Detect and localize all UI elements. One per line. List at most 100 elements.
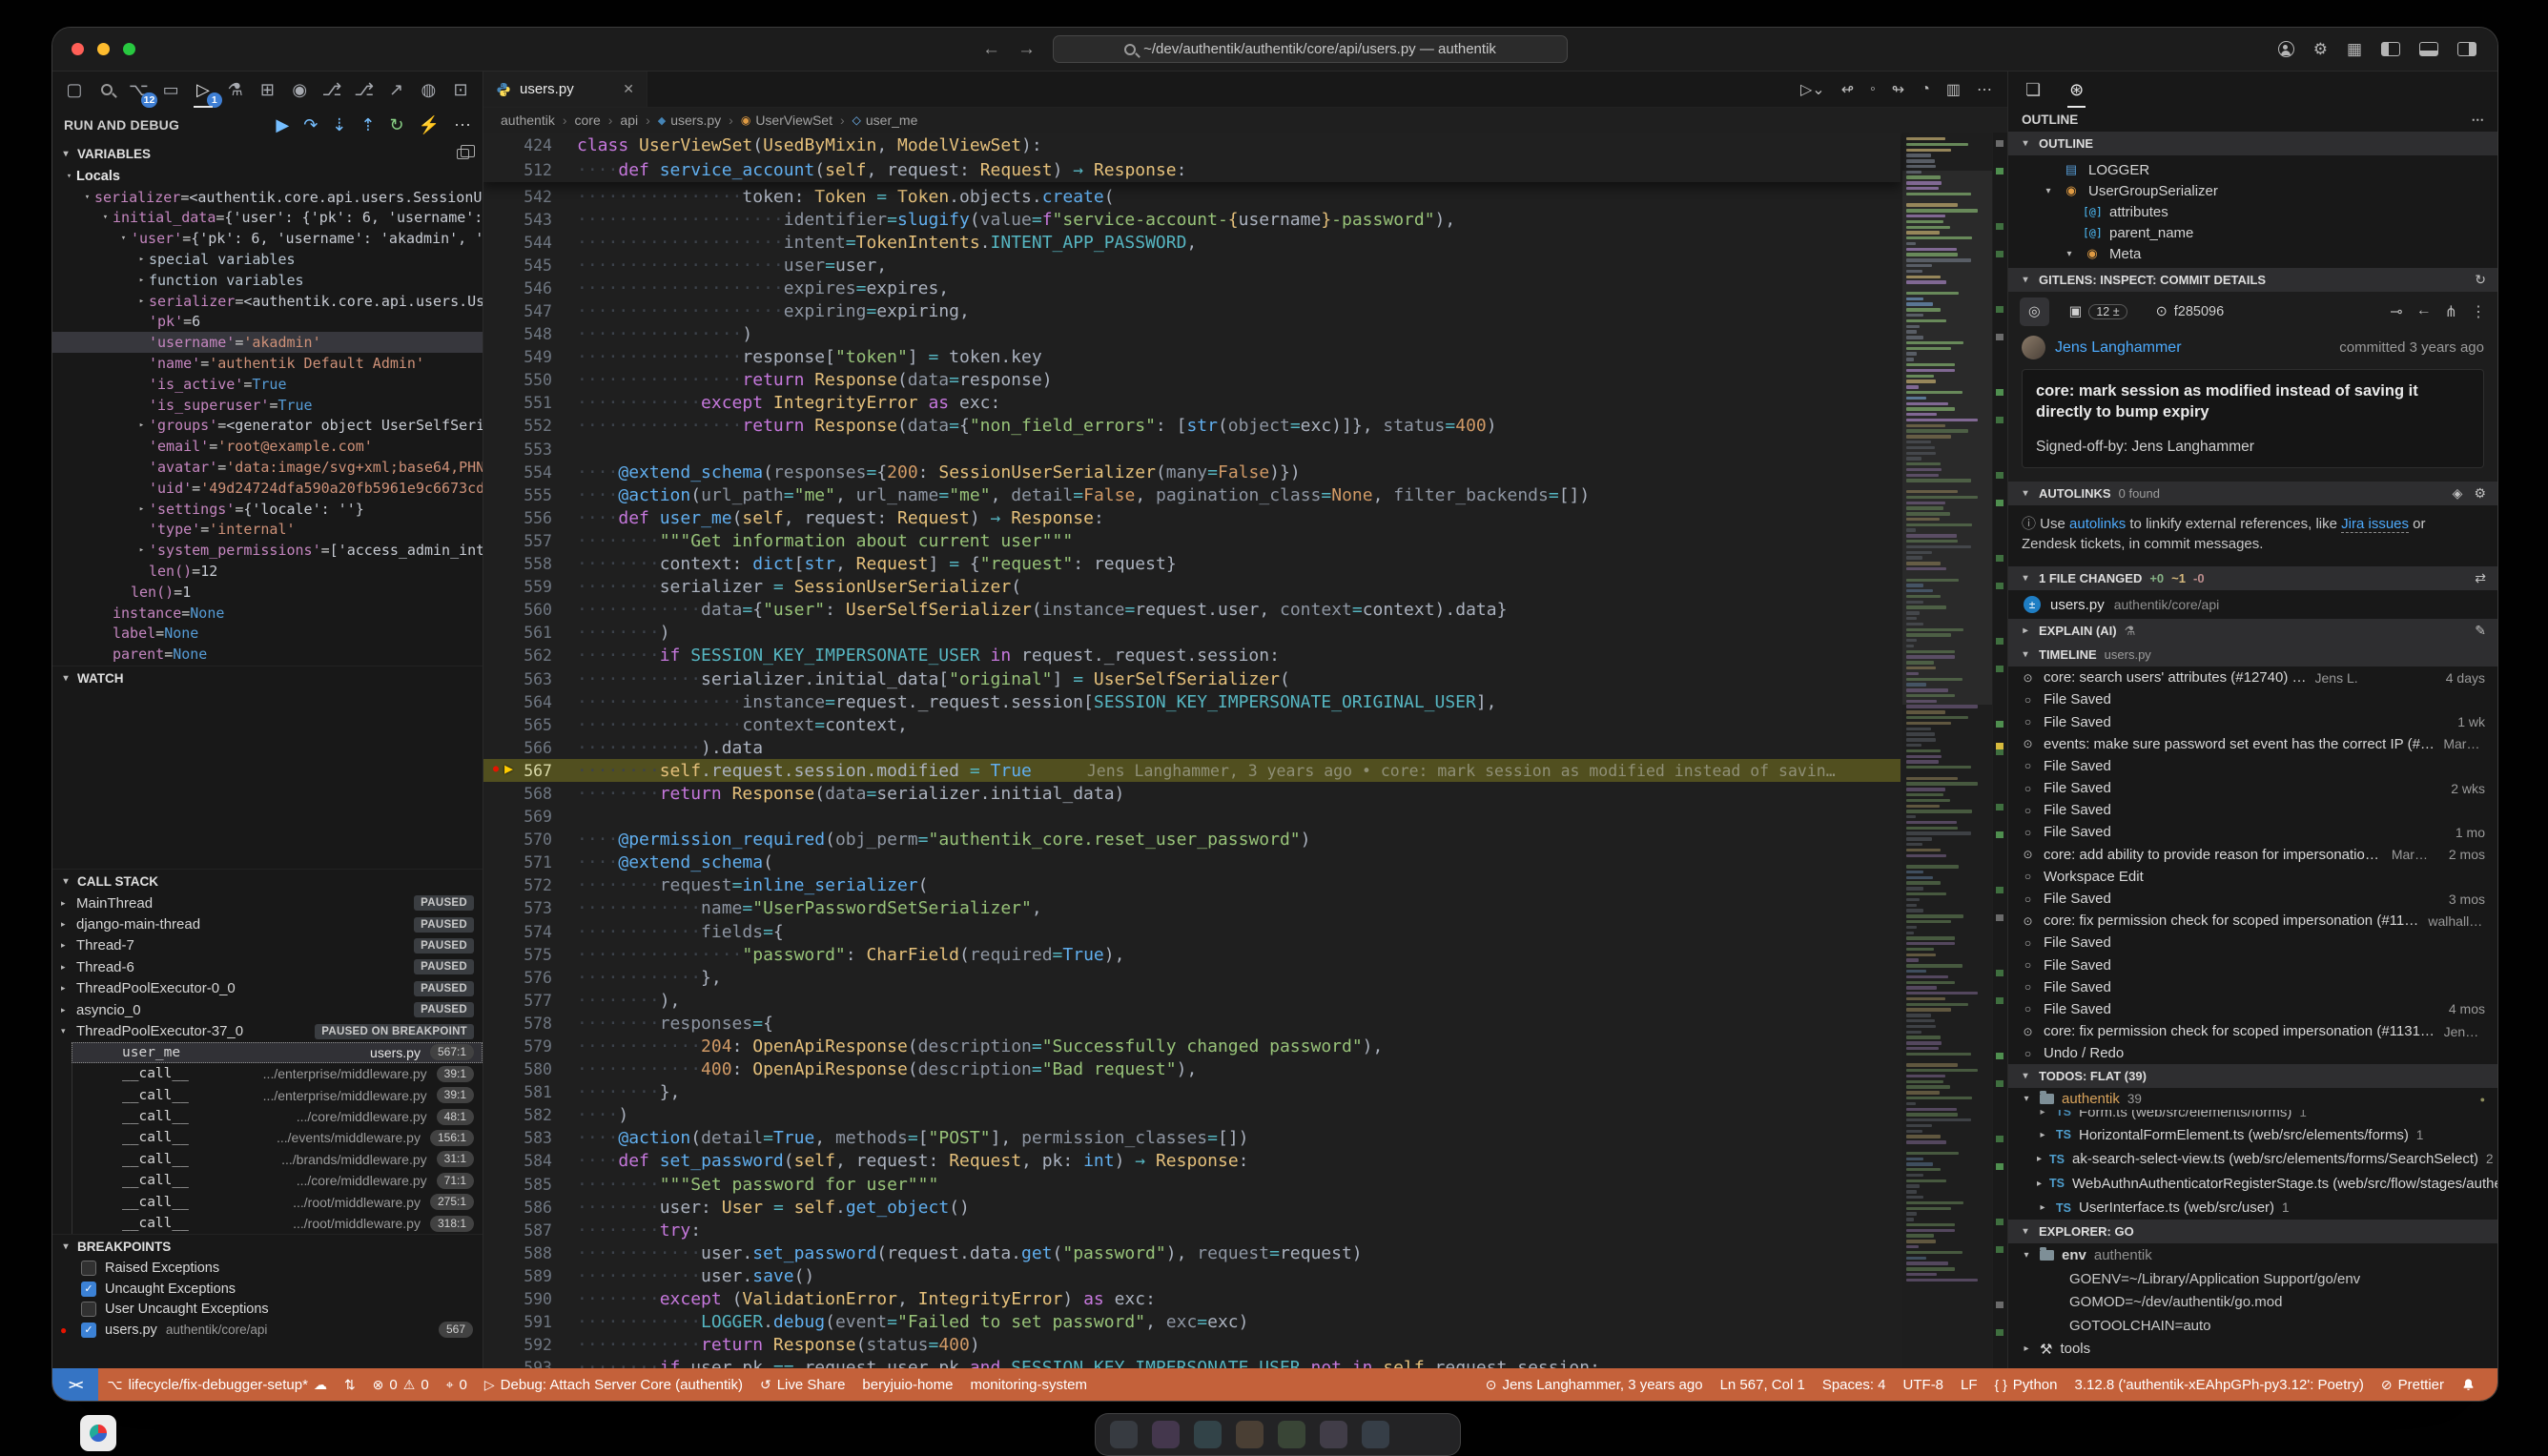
code-line[interactable]: 546····················expires=expires, <box>483 277 1901 299</box>
variable-row[interactable]: ▾'user' = {'pk': 6, 'username': 'akadmin… <box>52 228 483 249</box>
expander-icon[interactable]: ▾ <box>116 234 131 243</box>
expander-icon[interactable]: ▸ <box>2037 1202 2048 1213</box>
code-line[interactable]: ●▶567········self.request.session.modifi… <box>483 759 1901 782</box>
activity-item-pull-requests[interactable]: ⎇ <box>318 75 346 105</box>
thread-row[interactable]: ▸django-main-threadPAUSED <box>52 913 483 934</box>
timeline-item[interactable]: ⊙core: fix permission check for scoped i… <box>2008 1020 2497 1042</box>
activity-item-testing[interactable]: ⚗ <box>221 75 250 105</box>
breakpoint-row[interactable]: ✓Uncaught Exceptions <box>52 1279 483 1300</box>
variable-row[interactable]: ▸'groups' = <generator object UserSelfSe… <box>52 416 483 437</box>
code-line[interactable]: 579············204: OpenApiResponse(desc… <box>483 1035 1901 1057</box>
activity-item-source-control[interactable]: ⌥12 <box>125 75 154 105</box>
expander-icon[interactable]: ▸ <box>2037 1179 2042 1189</box>
tab-references-icon[interactable]: ❏ <box>2024 76 2043 104</box>
gitlens-section-header[interactable]: ▾ GITLENS: INSPECT: COMMIT DETAILS ↻ <box>2008 268 2497 292</box>
code-line[interactable]: 586········user: User = self.get_object(… <box>483 1196 1901 1219</box>
variable-row[interactable]: instance = None <box>52 603 483 624</box>
expander-icon[interactable]: ▾ <box>62 172 76 181</box>
variable-row[interactable]: len() = 1 <box>52 582 483 603</box>
outline-section-header[interactable]: ▾ OUTLINE <box>2008 132 2497 155</box>
variable-row[interactable]: parent = None <box>52 644 483 665</box>
expander-icon[interactable]: ▾ <box>80 193 94 202</box>
code-line[interactable]: 585········"""Set password for user""" <box>483 1173 1901 1196</box>
code-line[interactable]: 565················context=context, <box>483 713 1901 736</box>
code-line[interactable]: 552················return Response(data=… <box>483 415 1901 438</box>
code-line[interactable]: 584····def set_password(self, request: R… <box>483 1150 1901 1173</box>
timeline-item[interactable]: ○Undo / Redo <box>2008 1042 2497 1064</box>
code-line[interactable]: 582····) <box>483 1104 1901 1127</box>
timeline-item[interactable]: ○File Saved <box>2008 755 2497 777</box>
outline-item-logger[interactable]: ▤LOGGER <box>2008 159 2497 180</box>
expander-icon[interactable]: ▸ <box>61 983 76 994</box>
restart-icon[interactable]: ↻ <box>389 115 403 135</box>
variable-row[interactable]: ▾initial_data = {'user': {'pk': 6, 'user… <box>52 208 483 229</box>
variable-row[interactable]: 'pk' = 6 <box>52 312 483 333</box>
variable-row[interactable]: ▸'settings' = {'locale': ''} <box>52 499 483 520</box>
activity-item-pull-requests-alt[interactable]: ⎇ <box>350 75 379 105</box>
expander-icon[interactable]: ▾ <box>98 213 113 222</box>
variable-row[interactable]: ▸function variables <box>52 270 483 291</box>
code-line[interactable]: 543····················identifier=slugif… <box>483 208 1901 231</box>
more-actions-icon[interactable]: ⋯ <box>454 115 471 135</box>
code-line[interactable]: 549················response["token"] = t… <box>483 346 1901 369</box>
variable-row[interactable]: 'is_active' = True <box>52 374 483 395</box>
zoom-window-button[interactable] <box>123 43 135 55</box>
outline-item-attributes[interactable]: [@]attributes <box>2008 201 2497 222</box>
explorer-env-row[interactable]: ▾envauthentik <box>2008 1243 2497 1267</box>
explain-ai-section-header[interactable]: ▸ EXPLAIN (AI) ⚗ ✎ <box>2008 619 2497 643</box>
dock-icon[interactable] <box>1362 1421 1389 1448</box>
code-line[interactable]: 575················"password": CharField… <box>483 943 1901 966</box>
variable-row[interactable]: 'avatar' = 'data:image/svg+xml;base64,PH… <box>52 457 483 478</box>
account-icon[interactable] <box>2278 41 2294 57</box>
code-line[interactable]: 576············}, <box>483 966 1901 989</box>
code-line[interactable]: 569 <box>483 806 1901 829</box>
dock-icon[interactable] <box>1320 1421 1347 1448</box>
thread-row[interactable]: ▸asyncio_0PAUSED <box>52 999 483 1020</box>
status-item-host[interactable]: beryjuio-home <box>853 1368 961 1401</box>
copy-value-icon[interactable] <box>457 149 469 159</box>
watch-section-header[interactable]: ▾ WATCH <box>52 666 483 689</box>
expander-icon[interactable]: ▸ <box>61 962 76 973</box>
todos-section-header[interactable]: ▾ TODOS: FLAT (39) <box>2008 1064 2497 1088</box>
timeline-item[interactable]: ⊙core: fix permission check for scoped i… <box>2008 910 2497 932</box>
code-line[interactable]: 545····················user=user, <box>483 254 1901 277</box>
status-item-workspace[interactable]: monitoring-system <box>961 1368 1096 1401</box>
files-changed-section-header[interactable]: ▾ 1 FILE CHANGED +0 ~1 -0 ⇄ <box>2008 566 2497 590</box>
code-line[interactable]: 568········return Response(data=serializ… <box>483 782 1901 805</box>
stack-frame-row[interactable]: __call__.../enterprise/middleware.py39:1 <box>72 1063 483 1084</box>
go-to-test-icon[interactable]: ◔ <box>1921 81 1930 98</box>
nav-back-icon[interactable]: ← <box>982 39 1000 60</box>
expander-icon[interactable]: ▾ <box>2043 186 2054 196</box>
outline-item-parent_name[interactable]: [@]parent_name <box>2008 222 2497 243</box>
tab-outline-icon[interactable]: ⊛ <box>2067 76 2086 104</box>
code-line[interactable]: 588············user.set_password(request… <box>483 1241 1901 1264</box>
pin-icon[interactable]: ⊸ <box>2390 302 2402 321</box>
variable-row[interactable]: 'username' = 'akadmin' <box>52 332 483 353</box>
breadcrumb-item-users-py[interactable]: ◆users.py <box>658 113 721 128</box>
activity-item-github[interactable]: ◉ <box>285 75 314 105</box>
stack-frame-row[interactable]: __call__.../root/middleware.py275:1 <box>72 1191 483 1212</box>
status-item-notifications[interactable] <box>2453 1368 2484 1401</box>
expander-icon[interactable]: ▾ <box>2064 249 2075 259</box>
thread-row[interactable]: ▸ThreadPoolExecutor-0_0PAUSED <box>52 978 483 999</box>
expander-icon[interactable]: ▾ <box>2021 1250 2032 1261</box>
code-line[interactable]: 592············return Response(status=40… <box>483 1334 1901 1357</box>
status-item-ports[interactable]: ⌖0 <box>438 1368 476 1401</box>
code-line[interactable]: 424class UserViewSet(UsedByMixin, ModelV… <box>483 133 1901 157</box>
timeline-item[interactable]: ○File Saved3 mos <box>2008 888 2497 910</box>
code-line[interactable]: 555····@action(url_path="me", url_name="… <box>483 483 1901 506</box>
dock-icon[interactable] <box>1110 1421 1138 1448</box>
code-line[interactable]: 573············name="UserPasswordSetSeri… <box>483 897 1901 920</box>
code-line[interactable]: 551············except IntegrityError as … <box>483 392 1901 415</box>
code-line[interactable]: 590········except (ValidationError, Inte… <box>483 1288 1901 1311</box>
variable-row[interactable]: 'uid' = '49d24724dfa590a20fb5961e9c6673c… <box>52 478 483 499</box>
breakpoint-checkbox[interactable] <box>81 1261 96 1276</box>
timeline-item[interactable]: ○File Saved1 mo <box>2008 821 2497 843</box>
toggle-bottom-panel-icon[interactable] <box>2419 42 2438 56</box>
activity-item-explorer[interactable]: ▢ <box>60 75 89 105</box>
code-line[interactable]: 558········context: dict[str, Request] =… <box>483 553 1901 576</box>
status-item-debug-session[interactable]: ▷Debug: Attach Server Core (authentik) <box>476 1368 751 1401</box>
jira-issues-link[interactable]: Jira issues <box>2341 516 2409 533</box>
variable-row[interactable]: 'email' = 'root@example.com' <box>52 436 483 457</box>
back-icon[interactable]: ← <box>2416 302 2432 321</box>
